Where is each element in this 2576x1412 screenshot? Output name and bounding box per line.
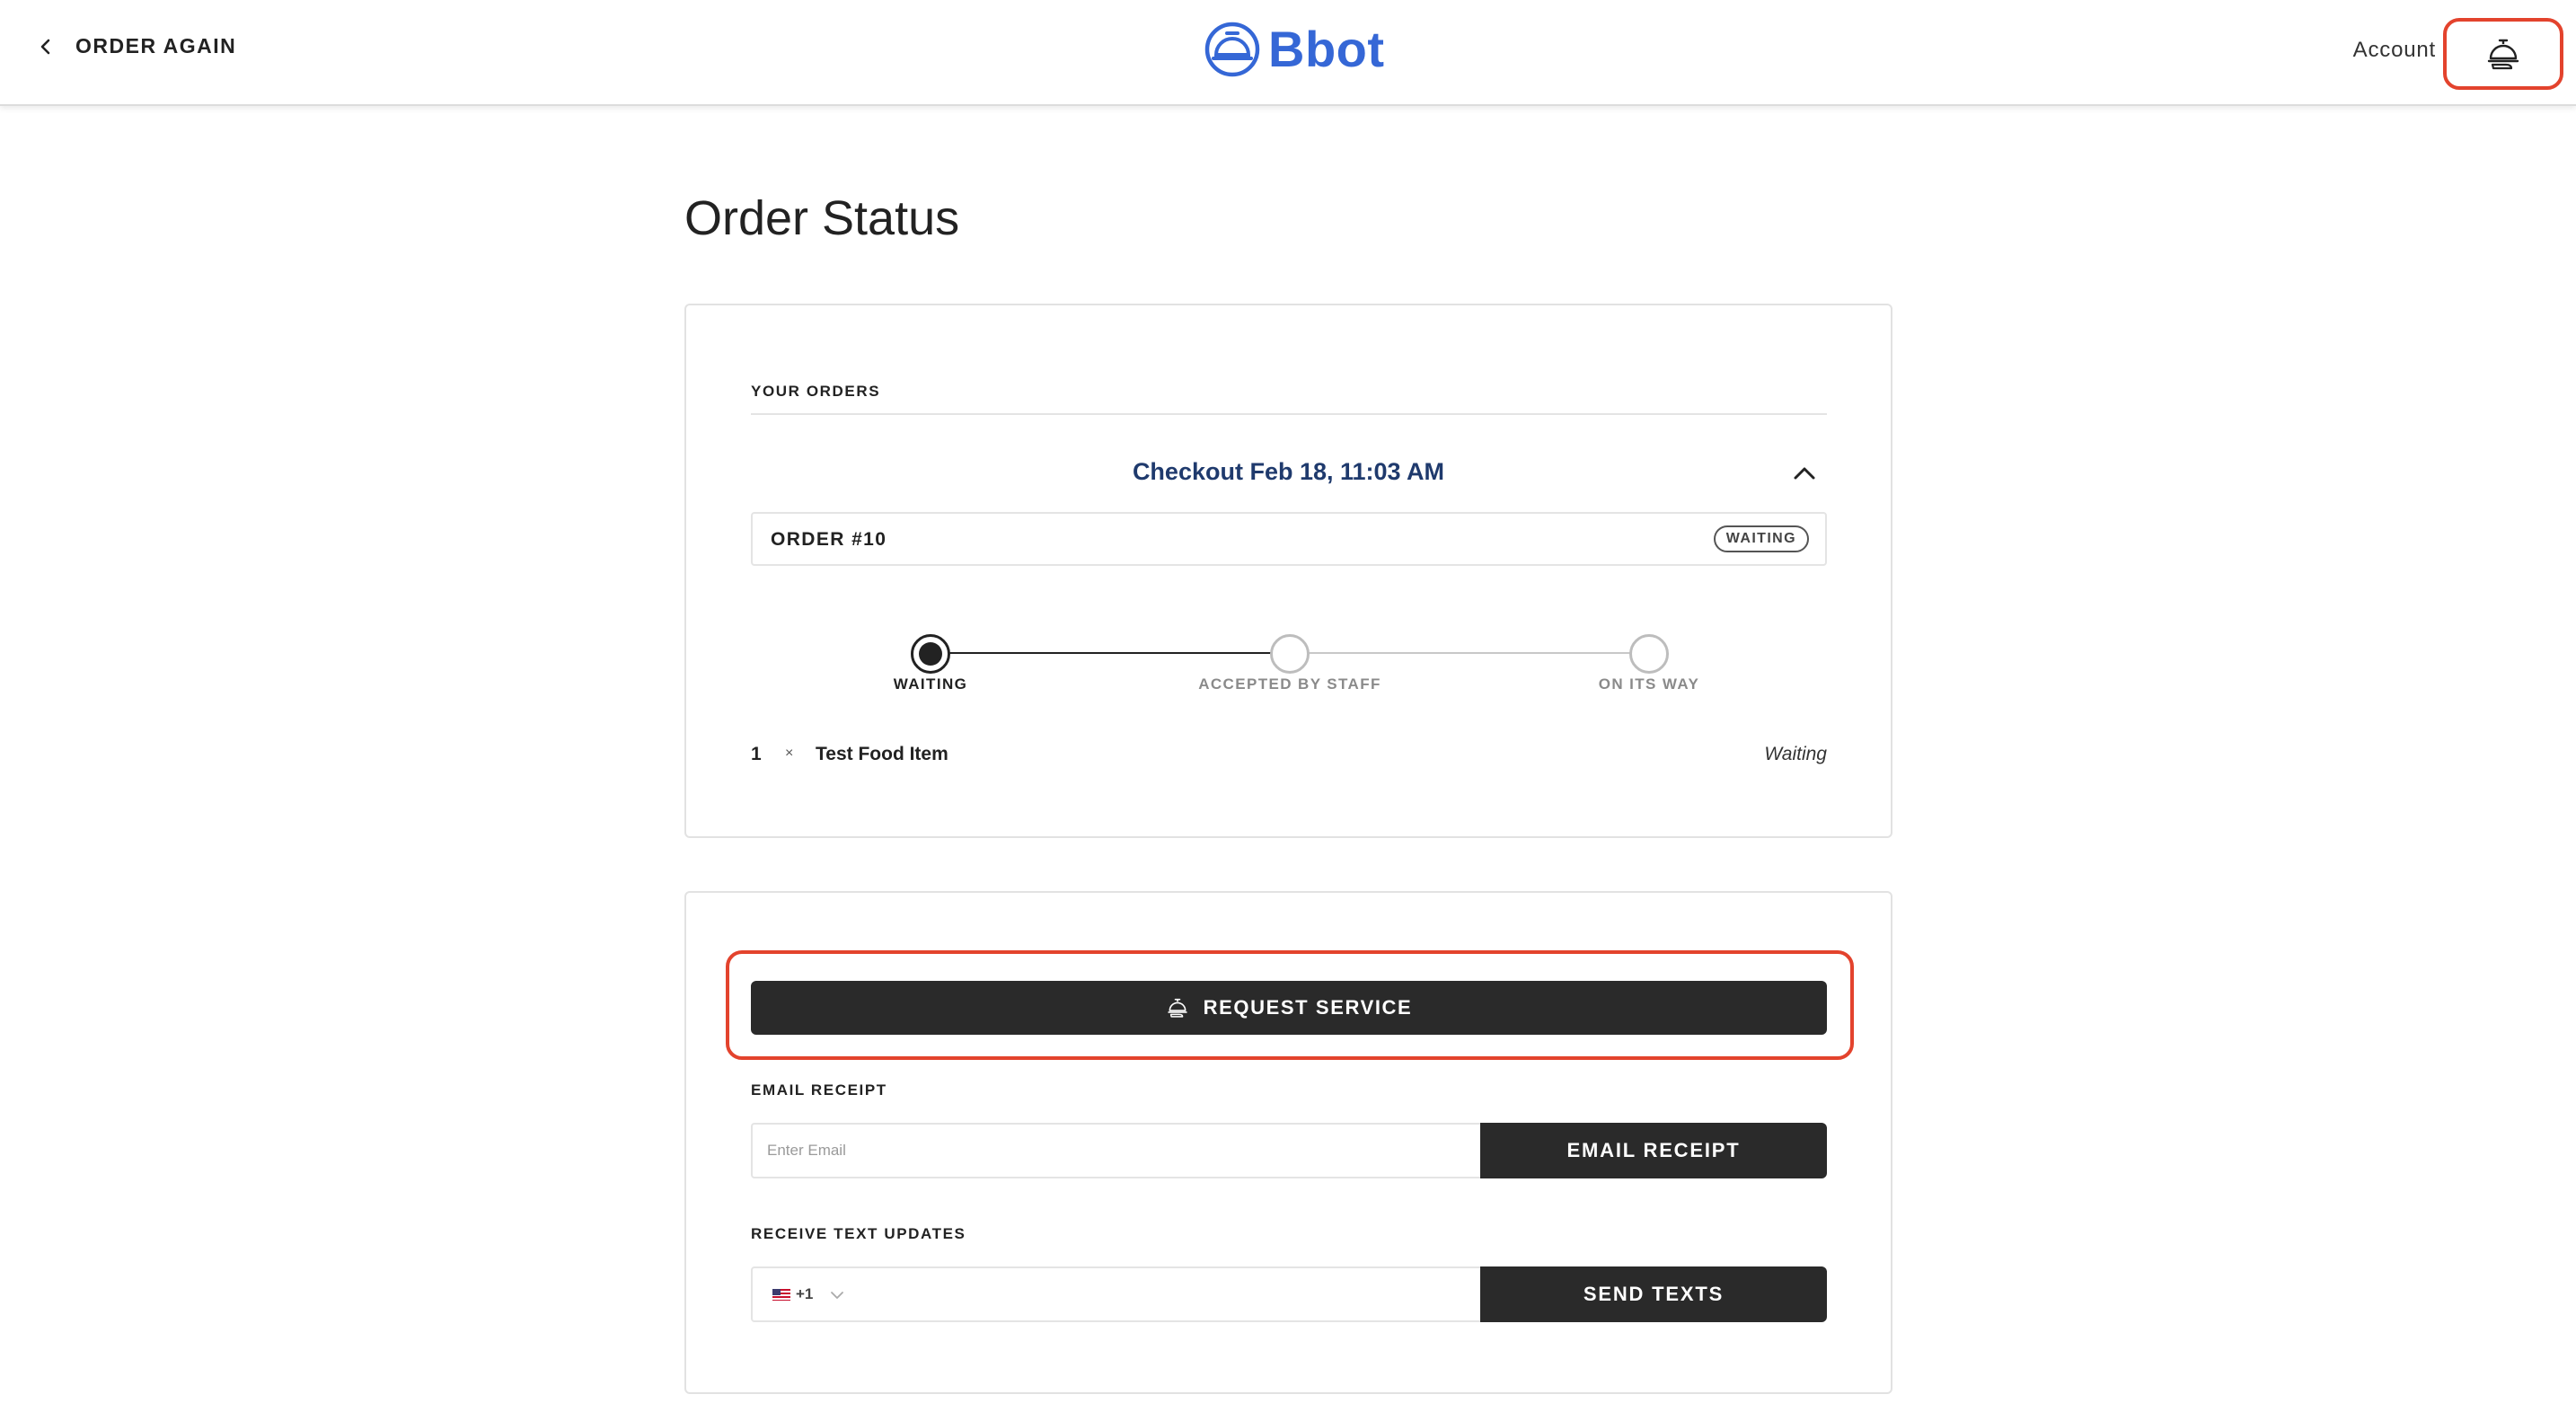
order-summary-row: ORDER #10 WAITING	[751, 512, 1827, 566]
text-updates-label: RECEIVE TEXT UPDATES	[751, 1225, 966, 1242]
item-status: Waiting	[1764, 744, 1827, 764]
step-connector-pending	[1279, 652, 1638, 654]
order-again-link[interactable]: ORDER AGAIN	[36, 34, 236, 58]
request-service-label: REQUEST SERVICE	[1203, 996, 1413, 1019]
text-updates-row: +1 SEND TEXTS	[751, 1266, 1827, 1322]
bbot-logo[interactable]: Bbot	[1204, 20, 1385, 78]
country-code-select[interactable]: +1	[751, 1266, 860, 1322]
email-input[interactable]	[751, 1123, 1480, 1178]
page-title: Order Status	[684, 191, 960, 245]
country-code-value: +1	[796, 1285, 814, 1302]
header-request-service-button[interactable]	[2443, 18, 2563, 90]
step-label-on-its-way: ON ITS WAY	[1598, 675, 1700, 693]
step-connector-done	[920, 652, 1279, 654]
step-dot-on-its-way	[1629, 634, 1669, 674]
us-flag-icon	[772, 1288, 790, 1301]
chevron-down-icon	[831, 1292, 843, 1299]
phone-input[interactable]	[859, 1266, 1480, 1322]
item-times-sign: ×	[785, 746, 794, 761]
order-number: ORDER #10	[771, 529, 887, 550]
email-receipt-row: EMAIL RECEIPT	[751, 1123, 1827, 1178]
logo-text: Bbot	[1268, 21, 1385, 77]
send-texts-button[interactable]: SEND TEXTS	[1480, 1266, 1827, 1322]
logo-cloche-icon	[1204, 22, 1260, 76]
order-again-label: ORDER AGAIN	[75, 34, 237, 57]
item-quantity: 1	[751, 744, 762, 764]
step-dot-waiting	[911, 634, 950, 674]
step-dot-accepted	[1270, 634, 1310, 674]
top-header: ORDER AGAIN Bbot Account	[0, 0, 2576, 106]
account-link[interactable]: Account	[2353, 38, 2436, 63]
item-name: Test Food Item	[816, 744, 948, 764]
step-label-waiting: WAITING	[893, 675, 968, 693]
email-receipt-label: EMAIL RECEIPT	[751, 1081, 887, 1099]
actions-card: REQUEST SERVICE EMAIL RECEIPT EMAIL RECE…	[684, 891, 1892, 1394]
chevron-up-icon[interactable]	[1791, 463, 1818, 481]
chevron-left-icon	[40, 39, 50, 54]
checkout-heading[interactable]: Checkout Feb 18, 11:03 AM	[686, 458, 1891, 486]
your-orders-label: YOUR ORDERS	[751, 383, 881, 400]
order-item-row: 1 × Test Food Item Waiting	[751, 744, 1827, 771]
request-service-button[interactable]: REQUEST SERVICE	[751, 981, 1827, 1035]
cloche-icon	[1167, 998, 1187, 1018]
status-badge: WAITING	[1713, 525, 1809, 552]
cloche-icon	[2487, 39, 2519, 70]
orders-card: YOUR ORDERS Checkout Feb 18, 11:03 AM OR…	[684, 304, 1892, 838]
section-divider	[751, 413, 1827, 415]
step-label-accepted: ACCEPTED BY STAFF	[1198, 675, 1381, 693]
email-receipt-button[interactable]: EMAIL RECEIPT	[1480, 1123, 1827, 1178]
